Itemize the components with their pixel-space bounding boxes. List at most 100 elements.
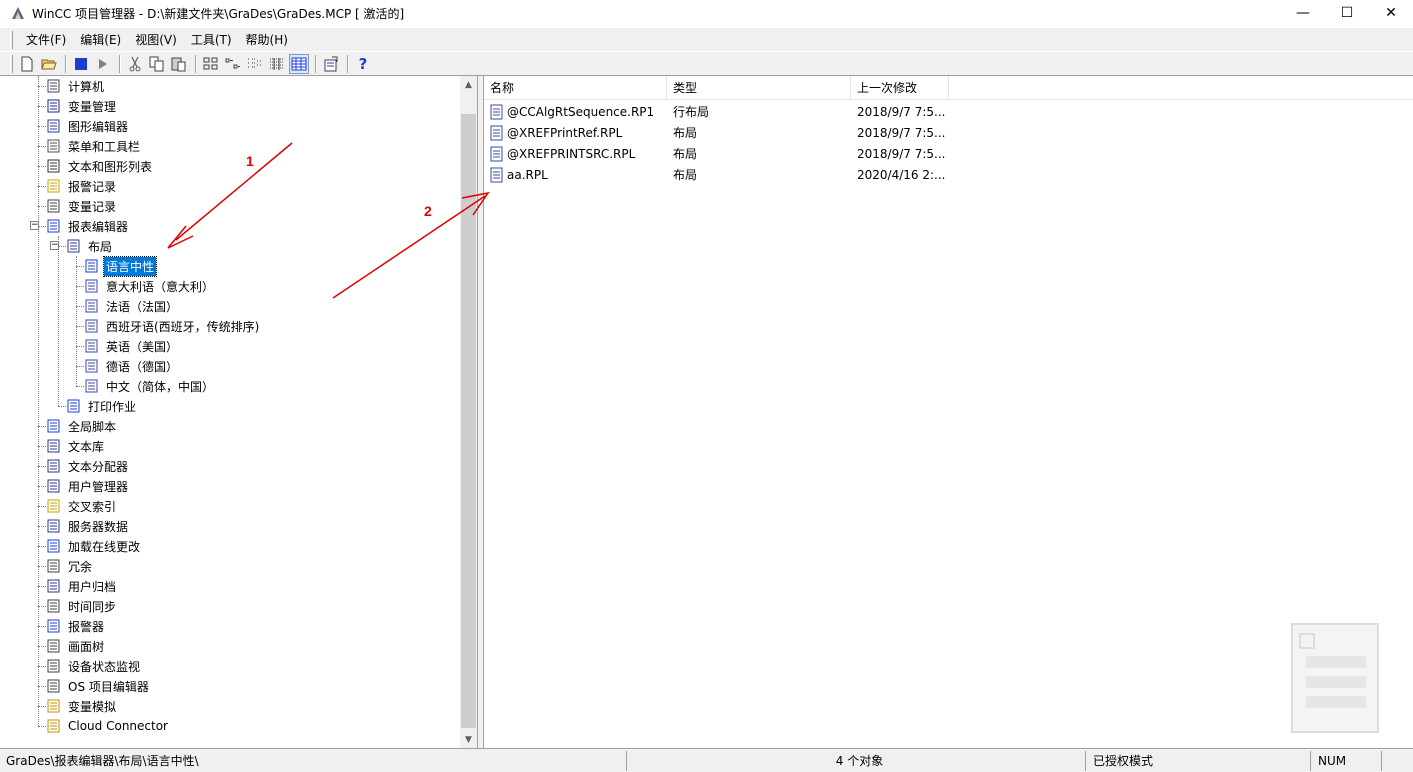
text-graphic-list-icon <box>47 159 60 173</box>
list-item-name: @XREFPrintRef.RPL <box>484 125 667 141</box>
menu-help[interactable]: 帮助(H) <box>239 29 295 51</box>
small-icons-button[interactable] <box>223 54 243 74</box>
menu-tools[interactable]: 工具(T) <box>184 29 239 51</box>
project-tree[interactable]: − − 计算机 变量管理 图形编辑器 菜单和工具栏 文本和图形列表 报警记录 变量记录 报表编… <box>0 76 478 748</box>
list-button[interactable] <box>245 54 265 74</box>
list-item[interactable]: @XREFPrintRef.RPL 布局 2018/9/7 7:5... <box>484 122 1413 143</box>
tree-item[interactable]: 计算机 <box>46 76 106 96</box>
picture-tree-icon <box>47 639 60 653</box>
play-button[interactable] <box>93 54 113 74</box>
tree-item[interactable]: 德语（德国） <box>84 356 180 376</box>
tree-item[interactable]: 服务器数据 <box>46 516 130 536</box>
list-item-type: 布局 <box>673 126 698 140</box>
tree-item[interactable]: 中文（简体，中国） <box>84 376 216 396</box>
tree-item[interactable]: 打印作业 <box>66 396 138 416</box>
tree-item[interactable]: 意大利语（意大利） <box>84 276 216 296</box>
scroll-up-arrow[interactable]: ▲ <box>460 76 477 93</box>
tree-item[interactable]: 文本库 <box>46 436 106 456</box>
open-icon <box>41 59 57 69</box>
tree-line <box>76 386 84 387</box>
tree-item[interactable]: 文本分配器 <box>46 456 130 476</box>
tree-item[interactable]: 西班牙语(西班牙，传统排序) <box>84 316 261 336</box>
text-distributor-icon <box>47 459 60 473</box>
large-icons-button[interactable] <box>201 54 221 74</box>
maximize-button[interactable]: ☐ <box>1325 0 1369 26</box>
tree-item[interactable]: 变量记录 <box>46 196 118 216</box>
tree-item[interactable]: OS 项目编辑器 <box>46 676 151 696</box>
tree-item[interactable]: 布局 <box>66 236 114 256</box>
tree-item-label: 文本和图形列表 <box>68 159 153 174</box>
tree-item[interactable]: 英语（美国） <box>84 336 180 356</box>
tree-item[interactable]: 设备状态监视 <box>46 656 142 676</box>
tree-item[interactable]: 全局脚本 <box>46 416 118 436</box>
paste-button[interactable] <box>169 54 189 74</box>
menu-view[interactable]: 视图(V) <box>128 29 184 51</box>
list-item-type: 布局 <box>673 168 698 182</box>
tree-item-label: 报警器 <box>68 619 105 634</box>
scroll-thumb[interactable] <box>461 114 476 728</box>
tree-item[interactable]: 语言中性 <box>84 255 158 277</box>
details-button[interactable] <box>289 53 309 74</box>
menu-edit[interactable]: 编辑(E) <box>73 29 128 51</box>
tree-item-label: 变量管理 <box>68 99 117 114</box>
tree-item[interactable]: 变量管理 <box>46 96 118 116</box>
tree-item-label: 打印作业 <box>88 399 137 414</box>
tree-item[interactable]: 文本和图形列表 <box>46 156 154 176</box>
help-button[interactable]: ? <box>353 54 373 74</box>
tree-item-label: 文本分配器 <box>68 459 129 474</box>
stop-button[interactable] <box>71 54 91 74</box>
new-icon <box>21 56 33 71</box>
tree-item[interactable]: 交叉索引 <box>46 496 118 516</box>
cut-button[interactable] <box>125 54 145 74</box>
list-item[interactable]: aa.RPL 布局 2020/4/16 2:... <box>484 164 1413 185</box>
tree-item[interactable]: 报警记录 <box>46 176 118 196</box>
tree-item[interactable]: 图形编辑器 <box>46 116 130 136</box>
tree-item[interactable]: 用户管理器 <box>46 476 130 496</box>
list-item-type: 布局 <box>673 147 698 161</box>
open-button[interactable] <box>39 54 59 74</box>
tree-item-label: 变量模拟 <box>68 699 117 714</box>
menu-file[interactable]: 文件(F) <box>19 29 73 51</box>
tree-item[interactable]: 法语（法国） <box>84 296 180 316</box>
details-list-icon <box>270 57 284 70</box>
tree-line <box>38 626 46 627</box>
tree-item[interactable]: 变量模拟 <box>46 696 118 716</box>
new-button[interactable] <box>17 54 37 74</box>
stop-icon <box>75 57 87 70</box>
tree-item[interactable]: Cloud Connector <box>46 716 170 736</box>
tree-item[interactable]: 报警器 <box>46 616 106 636</box>
object-list[interactable]: 名称 类型 上一次修改 @CCAlgRtSequence.RP1 行布局 2018/… <box>484 76 1413 748</box>
column-last-modified[interactable]: 上一次修改 <box>851 76 949 100</box>
scroll-down-arrow[interactable]: ▼ <box>460 731 477 748</box>
list-item[interactable]: @CCAlgRtSequence.RP1 行布局 2018/9/7 7:5... <box>484 101 1413 122</box>
tree-line <box>38 526 46 527</box>
list-icon <box>248 58 262 67</box>
tree-line <box>38 646 46 647</box>
tree-item[interactable]: 报表编辑器 <box>46 216 130 236</box>
tree-item[interactable]: 画面树 <box>46 636 106 656</box>
tree-scrollbar[interactable]: ▲ ▼ <box>460 76 477 748</box>
toolbar-separator <box>347 54 349 73</box>
close-button[interactable]: ✕ <box>1369 0 1413 26</box>
copy-button[interactable] <box>147 54 167 74</box>
properties-button[interactable] <box>321 54 341 74</box>
cross-reference-icon <box>47 499 60 513</box>
tree-line <box>38 86 46 87</box>
column-type[interactable]: 类型 <box>667 76 851 100</box>
layout-icon <box>85 339 98 353</box>
tree-item[interactable]: 时间同步 <box>46 596 118 616</box>
tree-item[interactable]: 加载在线更改 <box>46 536 142 556</box>
column-name[interactable]: 名称 <box>484 76 667 100</box>
tree-item[interactable]: 菜单和工具栏 <box>46 136 142 156</box>
tree-item[interactable]: 冗余 <box>46 556 94 576</box>
details-list-button[interactable] <box>267 54 287 74</box>
toolbar-separator <box>65 54 67 73</box>
toolbar-separator <box>315 54 317 73</box>
tree-item-label: 设备状态监视 <box>68 659 141 674</box>
tree-item[interactable]: 用户归档 <box>46 576 118 596</box>
tree-item-label: 菜单和工具栏 <box>68 139 141 154</box>
status-path: GraDes\报表编辑器\布局\语言中性\ <box>2 751 627 771</box>
minimize-button[interactable]: — <box>1281 0 1325 26</box>
list-item[interactable]: @XREFPRINTSRC.RPL 布局 2018/9/7 7:5... <box>484 143 1413 164</box>
tree-item-label: OS 项目编辑器 <box>68 679 149 694</box>
